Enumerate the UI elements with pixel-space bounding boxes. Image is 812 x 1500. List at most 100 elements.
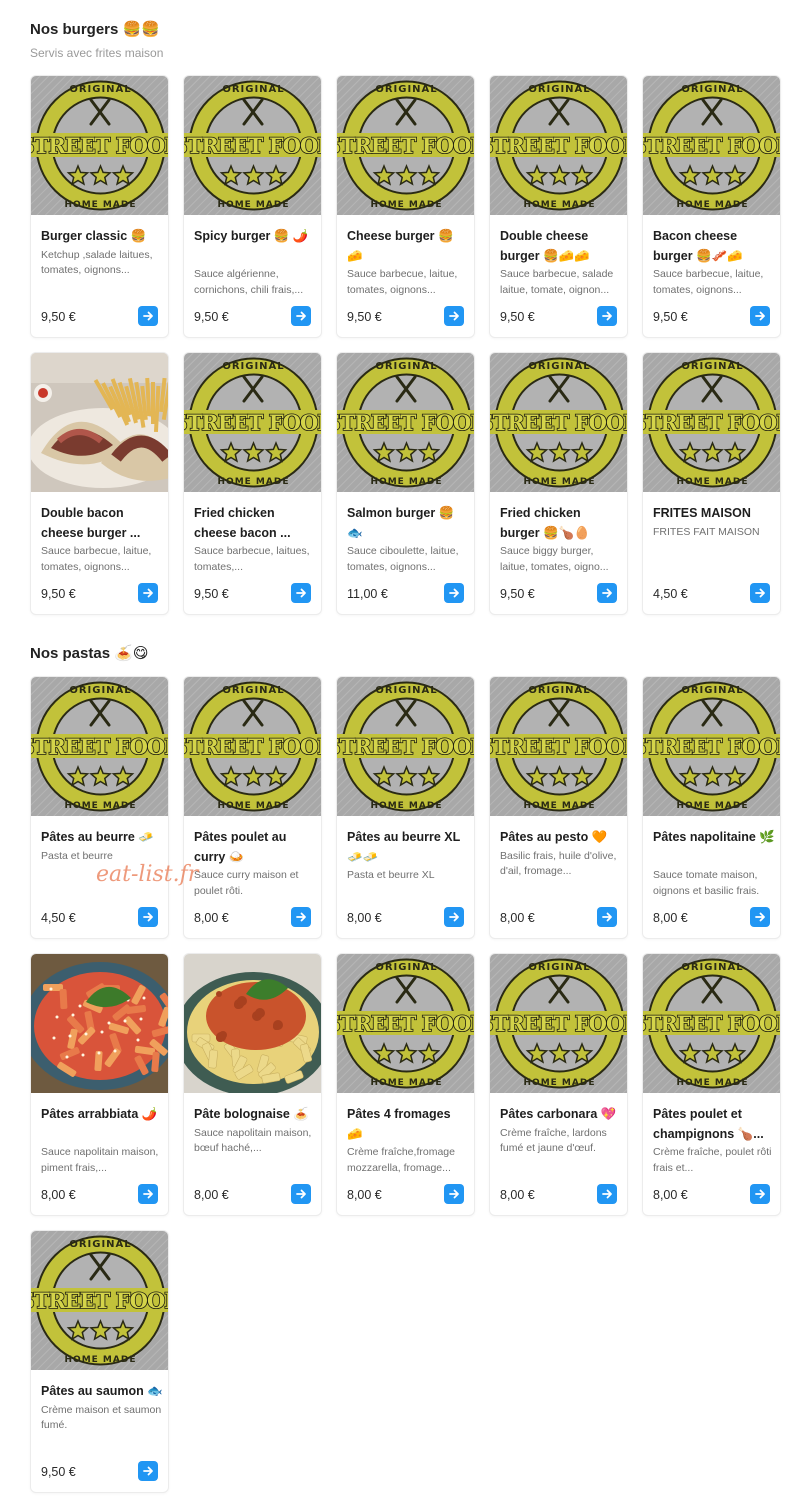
menu-item-card[interactable]: ORIGINAL HOME MADE STREET FOOD Pâtes pou… xyxy=(183,676,322,939)
logo-bottom-text: HOME MADE xyxy=(677,1078,749,1088)
open-item-button[interactable] xyxy=(138,583,158,603)
menu-item-price: 8,00 € xyxy=(347,911,382,925)
menu-item-card[interactable]: ORIGINAL HOME MADE STREET FOOD Pâtes car… xyxy=(489,953,628,1216)
open-item-button[interactable] xyxy=(138,907,158,927)
open-item-button[interactable] xyxy=(291,306,311,326)
open-item-button[interactable] xyxy=(138,306,158,326)
arrow-right-icon xyxy=(602,1189,612,1199)
open-item-button[interactable] xyxy=(291,907,311,927)
open-item-button[interactable] xyxy=(750,306,770,326)
menu-item-card[interactable]: ORIGINAL HOME MADE STREET FOOD Fried chi… xyxy=(183,352,322,615)
arrow-right-icon xyxy=(296,912,306,922)
street-food-logo: ORIGINAL HOME MADE STREET FOOD xyxy=(184,677,321,816)
menu-item-card[interactable]: ORIGINAL HOME MADE STREET FOOD Pâtes au … xyxy=(336,676,475,939)
section-title-pastas: Nos pastas 🍝😋 xyxy=(30,645,149,662)
logo-bottom-text: HOME MADE xyxy=(524,477,596,487)
menu-item-image[interactable] xyxy=(31,353,168,492)
menu-item-price: 8,00 € xyxy=(194,911,229,925)
open-item-button[interactable] xyxy=(444,1184,464,1204)
menu-item-description: Sauce biggy burger, laitue, tomates, oig… xyxy=(500,545,609,573)
menu-item-image[interactable]: ORIGINAL HOME MADE STREET FOOD xyxy=(490,677,627,816)
menu-item-card[interactable]: ORIGINAL HOME MADE STREET FOOD Pâtes au … xyxy=(30,1230,169,1493)
menu-item-card[interactable]: ORIGINAL HOME MADE STREET FOOD Spicy bur… xyxy=(183,75,322,338)
menu-item-image[interactable]: ORIGINAL HOME MADE STREET FOOD xyxy=(643,76,780,215)
menu-item-name: Pâtes carbonara 💖 xyxy=(500,1107,617,1121)
open-item-button[interactable] xyxy=(597,1184,617,1204)
menu-item-image[interactable]: ORIGINAL HOME MADE STREET FOOD xyxy=(337,677,474,816)
menu-item-image[interactable]: ORIGINAL HOME MADE STREET FOOD xyxy=(643,353,780,492)
menu-item-image[interactable]: ORIGINAL HOME MADE STREET FOOD xyxy=(31,76,168,215)
logo-top-text: ORIGINAL xyxy=(222,84,284,95)
open-item-button[interactable] xyxy=(750,1184,770,1204)
open-item-button[interactable] xyxy=(597,583,617,603)
menu-item-card[interactable]: ORIGINAL HOME MADE STREET FOOD FRITES MA… xyxy=(642,352,781,615)
menu-item-image[interactable]: ORIGINAL HOME MADE STREET FOOD xyxy=(490,76,627,215)
open-item-button[interactable] xyxy=(444,306,464,326)
menu-item-image[interactable]: ORIGINAL HOME MADE STREET FOOD xyxy=(184,76,322,215)
menu-item-image[interactable]: ORIGINAL HOME MADE STREET FOOD xyxy=(490,954,627,1093)
open-item-button[interactable] xyxy=(750,583,770,603)
menu-item-card[interactable]: ORIGINAL HOME MADE STREET FOOD Salmon bu… xyxy=(336,352,475,615)
open-item-button[interactable] xyxy=(138,1461,158,1481)
menu-item-description: Sauce ciboulette, laitue, tomates, oigno… xyxy=(347,545,459,573)
menu-item-card[interactable]: ORIGINAL HOME MADE STREET FOOD Cheese bu… xyxy=(336,75,475,338)
menu-item-card[interactable]: ORIGINAL HOME MADE STREET FOOD Pâtes nap… xyxy=(642,676,781,939)
menu-item-image[interactable]: ORIGINAL HOME MADE STREET FOOD xyxy=(490,353,627,492)
menu-item-card[interactable]: Pâtes arrabbiata 🌶️ Sauce napolitain mai… xyxy=(30,953,169,1216)
logo-bottom-text: HOME MADE xyxy=(524,200,596,210)
menu-item-name: Pâte bolognaise 🍝 xyxy=(194,1107,309,1121)
open-item-button[interactable] xyxy=(444,907,464,927)
open-item-button[interactable] xyxy=(597,907,617,927)
menu-item-card[interactable]: ORIGINAL HOME MADE STREET FOOD Fried chi… xyxy=(489,352,628,615)
menu-item-name: Pâtes arrabbiata 🌶️ xyxy=(41,1107,158,1121)
arrow-right-icon xyxy=(755,912,765,922)
menu-item-description: Sauce barbecue, laitues, tomates,... xyxy=(194,545,310,573)
logo-bottom-text: HOME MADE xyxy=(371,1078,443,1088)
open-item-button[interactable] xyxy=(138,1184,158,1204)
menu-item-card[interactable]: ORIGINAL HOME MADE STREET FOOD Burger cl… xyxy=(30,75,169,338)
menu-item-name: Burger classic 🍔 xyxy=(41,229,147,243)
street-food-logo: ORIGINAL HOME MADE STREET FOOD xyxy=(643,954,780,1093)
menu-item-image[interactable]: ORIGINAL HOME MADE STREET FOOD xyxy=(31,1231,168,1370)
menu-item-description: Crème fraîche, lardons fumé et jaune d'œ… xyxy=(500,1126,607,1155)
menu-item-price: 9,50 € xyxy=(41,310,76,324)
menu-item-description: Sauce curry maison et poulet rôti. xyxy=(194,869,299,897)
menu-item-image[interactable]: ORIGINAL HOME MADE STREET FOOD xyxy=(337,954,475,1093)
open-item-button[interactable] xyxy=(291,583,311,603)
logo-bottom-text: HOME MADE xyxy=(524,801,596,811)
menu-item-card[interactable]: ORIGINAL HOME MADE STREET FOOD Bacon che… xyxy=(642,75,781,338)
street-food-logo: ORIGINAL HOME MADE STREET FOOD xyxy=(490,954,627,1093)
logo-main-text: STREET FOOD xyxy=(337,1011,475,1036)
menu-item-image[interactable]: ORIGINAL HOME MADE STREET FOOD xyxy=(643,677,780,816)
menu-item-card[interactable]: ORIGINAL HOME MADE STREET FOOD Pâtes pou… xyxy=(642,953,781,1216)
open-item-button[interactable] xyxy=(444,583,464,603)
menu-item-card[interactable]: Double bacon cheese burger ... Sauce bar… xyxy=(30,352,169,615)
menu-item-name: Double cheese burger 🍔🧀🧀 xyxy=(500,229,590,263)
arrow-right-icon xyxy=(143,1189,153,1199)
menu-item-price: 11,00 € xyxy=(347,587,388,601)
menu-item-card[interactable]: ORIGINAL HOME MADE STREET FOOD Pâtes au … xyxy=(489,676,628,939)
menu-item-image[interactable]: ORIGINAL HOME MADE STREET FOOD xyxy=(337,353,474,492)
menu-item-image[interactable]: ORIGINAL HOME MADE STREET FOOD xyxy=(643,954,780,1093)
open-item-button[interactable] xyxy=(597,306,617,326)
open-item-button[interactable] xyxy=(750,907,770,927)
arrow-right-icon xyxy=(143,311,153,321)
menu-item-image[interactable]: ORIGINAL HOME MADE STREET FOOD xyxy=(337,76,474,215)
menu-item-price: 8,00 € xyxy=(653,1188,688,1202)
menu-item-card[interactable]: ORIGINAL HOME MADE STREET FOOD Pâtes 4 f… xyxy=(336,953,475,1216)
open-item-button[interactable] xyxy=(291,1184,311,1204)
arrow-right-icon xyxy=(143,588,153,598)
menu-item-image[interactable]: ORIGINAL HOME MADE STREET FOOD xyxy=(184,353,321,492)
menu-item-card[interactable]: ORIGINAL HOME MADE STREET FOOD Double ch… xyxy=(489,75,628,338)
menu-item-card[interactable]: ORIGINAL HOME MADE STREET FOOD Pâtes au … xyxy=(30,676,169,939)
menu-item-image[interactable]: ORIGINAL HOME MADE STREET FOOD xyxy=(184,677,321,816)
menu-item-card[interactable]: Pâte bolognaise 🍝 Sauce napolitain maiso… xyxy=(183,953,322,1216)
menu-item-image[interactable] xyxy=(31,954,168,1093)
street-food-logo: ORIGINAL HOME MADE STREET FOOD xyxy=(643,677,780,816)
menu-item-price: 8,00 € xyxy=(194,1188,229,1202)
street-food-logo: ORIGINAL HOME MADE STREET FOOD xyxy=(31,1231,168,1370)
menu-item-image[interactable]: ORIGINAL HOME MADE STREET FOOD xyxy=(31,677,168,816)
menu-item-image[interactable] xyxy=(184,954,321,1093)
menu-item-price: 4,50 € xyxy=(653,587,688,601)
logo-main-text: STREET FOOD xyxy=(184,133,322,158)
